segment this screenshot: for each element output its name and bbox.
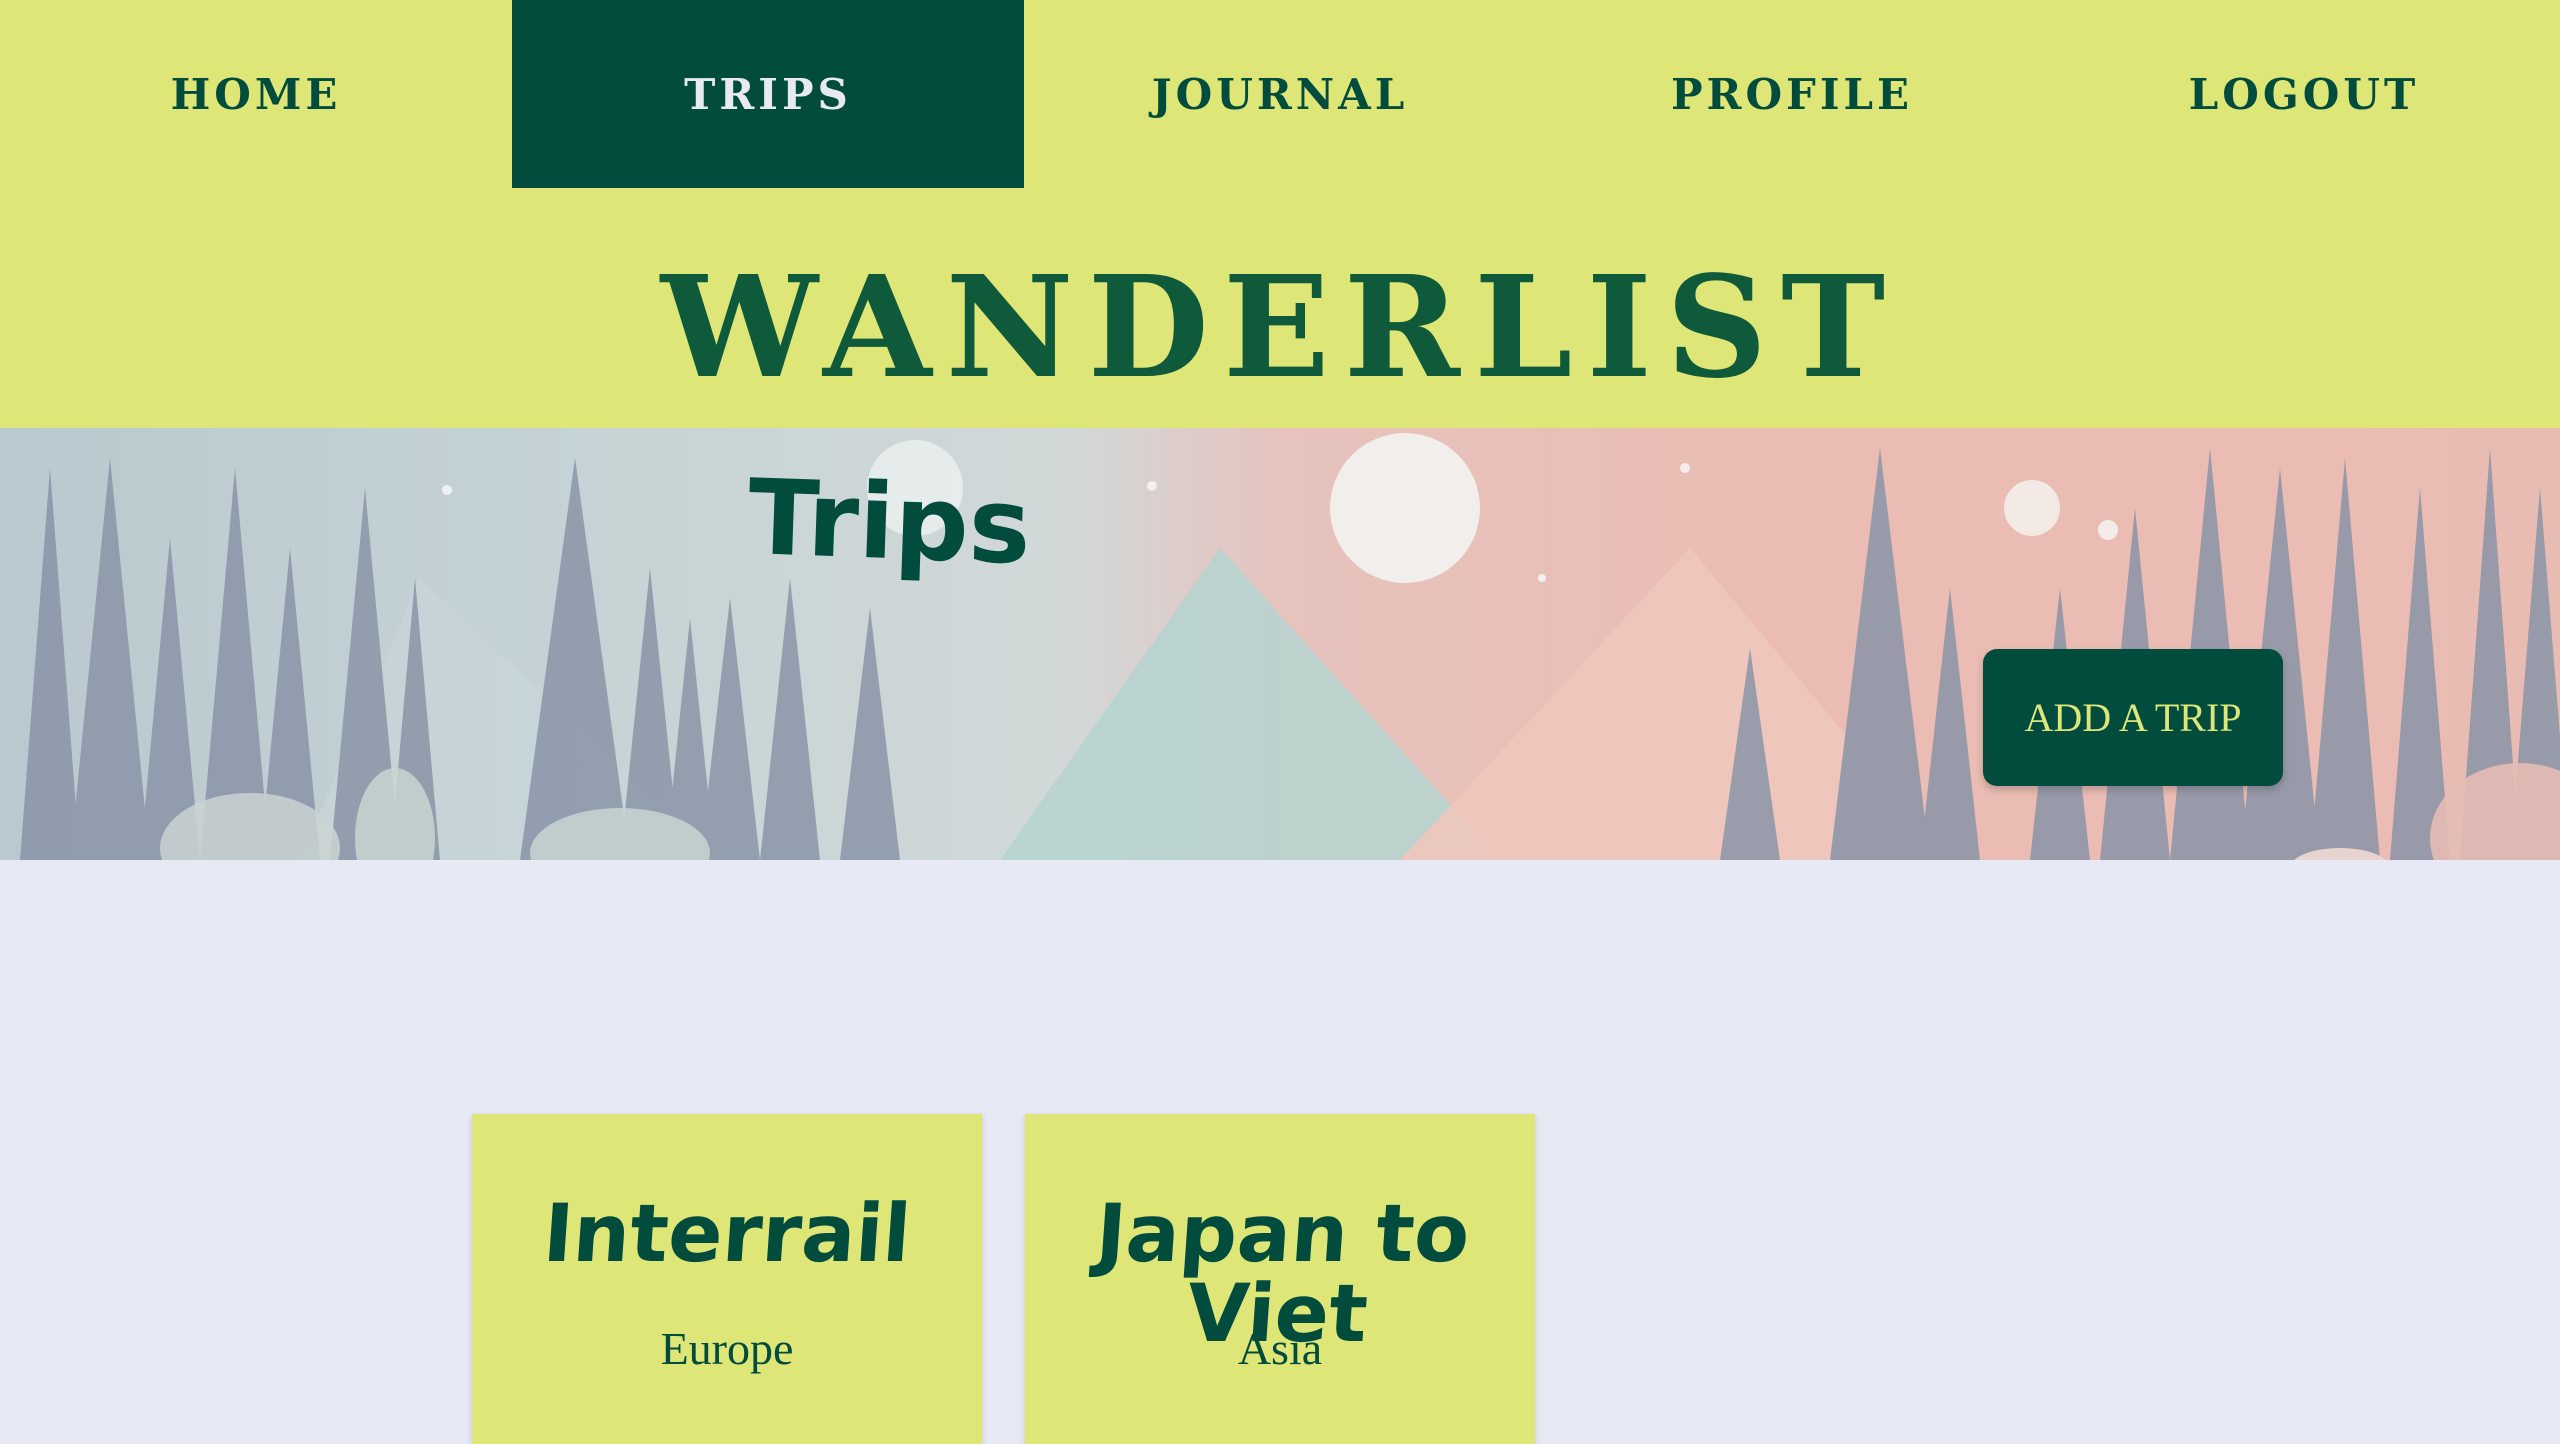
top-navigation: HOME TRIPS JOURNAL PROFILE LOGOUT bbox=[0, 0, 2560, 188]
nav-item-profile[interactable]: PROFILE bbox=[1536, 0, 2048, 188]
trip-card[interactable]: Interrail Europe bbox=[472, 1114, 982, 1444]
nav-item-logout[interactable]: LOGOUT bbox=[2048, 0, 2560, 188]
trip-card-region: Asia bbox=[1237, 1323, 1323, 1374]
page-title: Trips bbox=[745, 456, 1033, 588]
site-header: WANDERLIST bbox=[0, 188, 2560, 428]
trip-card-title: Interrail bbox=[540, 1187, 914, 1280]
trip-card-region: Europe bbox=[660, 1323, 794, 1374]
landscape-illustration bbox=[20, 433, 2560, 860]
nav-item-journal[interactable]: JOURNAL bbox=[1024, 0, 1536, 188]
nav-item-home[interactable]: HOME bbox=[0, 0, 512, 188]
site-title: WANDERLIST bbox=[660, 246, 1900, 410]
nav-item-trips[interactable]: TRIPS bbox=[512, 0, 1024, 188]
add-trip-button[interactable]: ADD A TRIP bbox=[1983, 649, 2283, 786]
hero-banner bbox=[0, 428, 2560, 860]
trip-card[interactable]: Japan to Viet Asia bbox=[1025, 1114, 1535, 1444]
